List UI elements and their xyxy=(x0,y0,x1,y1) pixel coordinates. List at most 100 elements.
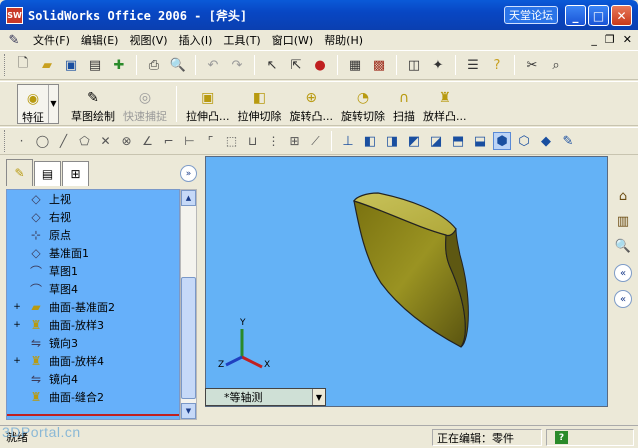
tree-scrollbar[interactable]: ▲ ▼ xyxy=(180,189,197,420)
expand-icon[interactable]: « xyxy=(614,290,632,308)
maximize-button[interactable]: □ xyxy=(588,5,609,26)
trim-icon[interactable]: ✕ xyxy=(97,133,114,150)
sketch-button[interactable]: ✎ 草图绘制 xyxy=(67,84,119,124)
sweep-button[interactable]: ∩ 扫描 xyxy=(389,84,419,124)
menu-insert[interactable]: 插入(I) xyxy=(179,32,213,48)
tree-item[interactable]: ⌒ 草图1 xyxy=(7,262,179,280)
tab-property-manager[interactable]: ▤ xyxy=(34,161,61,186)
graphics-area[interactable]: Y X Z xyxy=(205,156,608,407)
grid-icon[interactable]: ▦ xyxy=(345,55,365,75)
corner-icon[interactable]: ⌜ xyxy=(202,133,219,150)
redo-icon[interactable]: ↷ xyxy=(227,55,247,75)
toolbar-grip[interactable] xyxy=(4,54,7,76)
extrude-boss-button[interactable]: ▣ 拉伸凸... xyxy=(182,84,234,124)
view-orientation-dropdown[interactable]: *等轴测 ▼ xyxy=(205,388,326,406)
grid-pattern-icon[interactable]: ⊞ xyxy=(286,133,303,150)
section-view-icon[interactable]: ✎ xyxy=(559,132,577,150)
tree-item[interactable]: + ♜ 曲面-放样3 xyxy=(7,316,179,334)
tab-configuration-manager[interactable]: ⊞ xyxy=(62,161,89,186)
offset-icon[interactable]: ⌐ xyxy=(160,133,177,150)
quick-snap-button[interactable]: ◎ 快速捕捉 xyxy=(119,84,171,124)
menu-file[interactable]: 文件(F) xyxy=(33,32,70,48)
brick-icon[interactable]: ▩ xyxy=(369,55,389,75)
expand-icon[interactable]: + xyxy=(12,320,22,330)
tree-item[interactable]: + ♜ 曲面-放样4 xyxy=(7,352,179,370)
collapse-icon[interactable]: « xyxy=(614,264,632,282)
revolve-boss-button[interactable]: ⊕ 旋转凸... xyxy=(286,84,338,124)
menu-help[interactable]: 帮助(H) xyxy=(324,32,363,48)
left-view-icon[interactable]: ◩ xyxy=(405,132,423,150)
save-icon[interactable]: ▣ xyxy=(61,55,81,75)
toolbar-grip[interactable] xyxy=(4,130,7,152)
menu-view[interactable]: 视图(V) xyxy=(129,32,167,48)
menu-edit[interactable]: 编辑(E) xyxy=(81,32,119,48)
expand-icon[interactable]: + xyxy=(12,356,22,366)
dashed-rect-icon[interactable]: ⬚ xyxy=(223,133,240,150)
convert-icon[interactable]: ⊗ xyxy=(118,133,135,150)
dimetric-view-icon[interactable]: ◆ xyxy=(537,132,555,150)
normal-to-icon[interactable]: ⊥ xyxy=(339,132,357,150)
mdi-minimize-button[interactable]: _ xyxy=(591,33,597,46)
mdi-restore-button[interactable]: ❐ xyxy=(605,33,615,46)
feature-button[interactable]: ◉ 特征 xyxy=(18,85,48,125)
slot-icon[interactable]: ⊔ xyxy=(244,133,261,150)
camera-icon[interactable]: ◫ xyxy=(404,55,424,75)
chevron-down-icon[interactable]: ▼ xyxy=(48,84,58,123)
open-folder-icon[interactable]: ▰ xyxy=(37,55,57,75)
tree-item[interactable]: ⇋ 镜向4 xyxy=(7,370,179,388)
tree-item[interactable]: ◇ 基准面1 xyxy=(7,244,179,262)
zoom-icon[interactable]: ⌕ xyxy=(546,55,566,75)
isometric-view-icon[interactable]: ⬢ xyxy=(493,132,511,150)
select-pointer-icon[interactable]: ↖ xyxy=(262,55,282,75)
point-icon[interactable]: · xyxy=(13,133,30,150)
expand-icon[interactable]: + xyxy=(12,302,22,312)
scroll-up-icon[interactable]: ▲ xyxy=(181,190,196,206)
print-setup-icon[interactable]: ▤ xyxy=(85,55,105,75)
right-view-icon[interactable]: ◪ xyxy=(427,132,445,150)
trimetric-view-icon[interactable]: ⬡ xyxy=(515,132,533,150)
angle-icon[interactable]: ∠ xyxy=(139,133,156,150)
linear-pattern-icon[interactable]: ⋮ xyxy=(265,133,282,150)
home-icon[interactable]: ⌂ xyxy=(613,186,633,206)
minimize-button[interactable]: _ xyxy=(565,5,586,26)
construction-line-icon[interactable]: ⟋ xyxy=(307,133,324,150)
lights-icon[interactable]: ✦ xyxy=(428,55,448,75)
tree-item[interactable]: ⇋ 镜向3 xyxy=(7,334,179,352)
line-icon[interactable]: ╱ xyxy=(55,133,72,150)
tree-item[interactable]: ♜ 曲面-缝合2 xyxy=(7,388,179,406)
tab-feature-manager[interactable]: ✎ xyxy=(6,159,33,186)
polygon-icon[interactable]: ⬠ xyxy=(76,133,93,150)
feature-tab-button[interactable]: ◉ 特征 ▼ xyxy=(17,83,59,125)
scroll-thumb[interactable] xyxy=(181,277,196,399)
close-button[interactable]: ✕ xyxy=(611,5,632,26)
top-view-icon[interactable]: ⬒ xyxy=(449,132,467,150)
mirror-line-icon[interactable]: ⊢ xyxy=(181,133,198,150)
solidworks-app-icon[interactable]: SW xyxy=(6,6,23,24)
back-view-icon[interactable]: ◨ xyxy=(383,132,401,150)
mdi-close-button[interactable]: ✕ xyxy=(623,33,632,46)
search-icon[interactable]: 🔍 xyxy=(613,236,633,256)
circle-icon[interactable]: ◯ xyxy=(34,133,51,150)
help-icon[interactable]: ? xyxy=(487,55,507,75)
tree-item[interactable]: ◇ 上视 xyxy=(7,190,179,208)
new-document-icon[interactable]: 🗋 xyxy=(13,55,33,75)
rollback-bar[interactable] xyxy=(7,414,179,416)
tools-icon[interactable]: ✂ xyxy=(522,55,542,75)
axe-model[interactable] xyxy=(353,192,469,348)
zoom-page-icon[interactable]: 🔍 xyxy=(168,55,188,75)
extrude-cut-button[interactable]: ◧ 拉伸切除 xyxy=(234,84,286,124)
tree-item[interactable]: ◇ 右视 xyxy=(7,208,179,226)
print-preview-icon[interactable]: ✚ xyxy=(109,55,129,75)
help-icon[interactable]: ? xyxy=(555,431,568,444)
panel-collapse-button[interactable]: » xyxy=(180,165,197,182)
rebuild-icon[interactable]: ● xyxy=(310,55,330,75)
tree-item[interactable]: ⌒ 草图4 xyxy=(7,280,179,298)
print-icon[interactable]: ⎙ xyxy=(144,55,164,75)
revolve-cut-button[interactable]: ◔ 旋转切除 xyxy=(337,84,389,124)
chevron-down-icon[interactable]: ▼ xyxy=(312,389,325,405)
scroll-down-icon[interactable]: ▼ xyxy=(181,403,196,419)
menu-tools[interactable]: 工具(T) xyxy=(223,32,260,48)
tree-item[interactable]: ⊹ 原点 xyxy=(7,226,179,244)
undo-icon[interactable]: ↶ xyxy=(203,55,223,75)
front-view-icon[interactable]: ◧ xyxy=(361,132,379,150)
